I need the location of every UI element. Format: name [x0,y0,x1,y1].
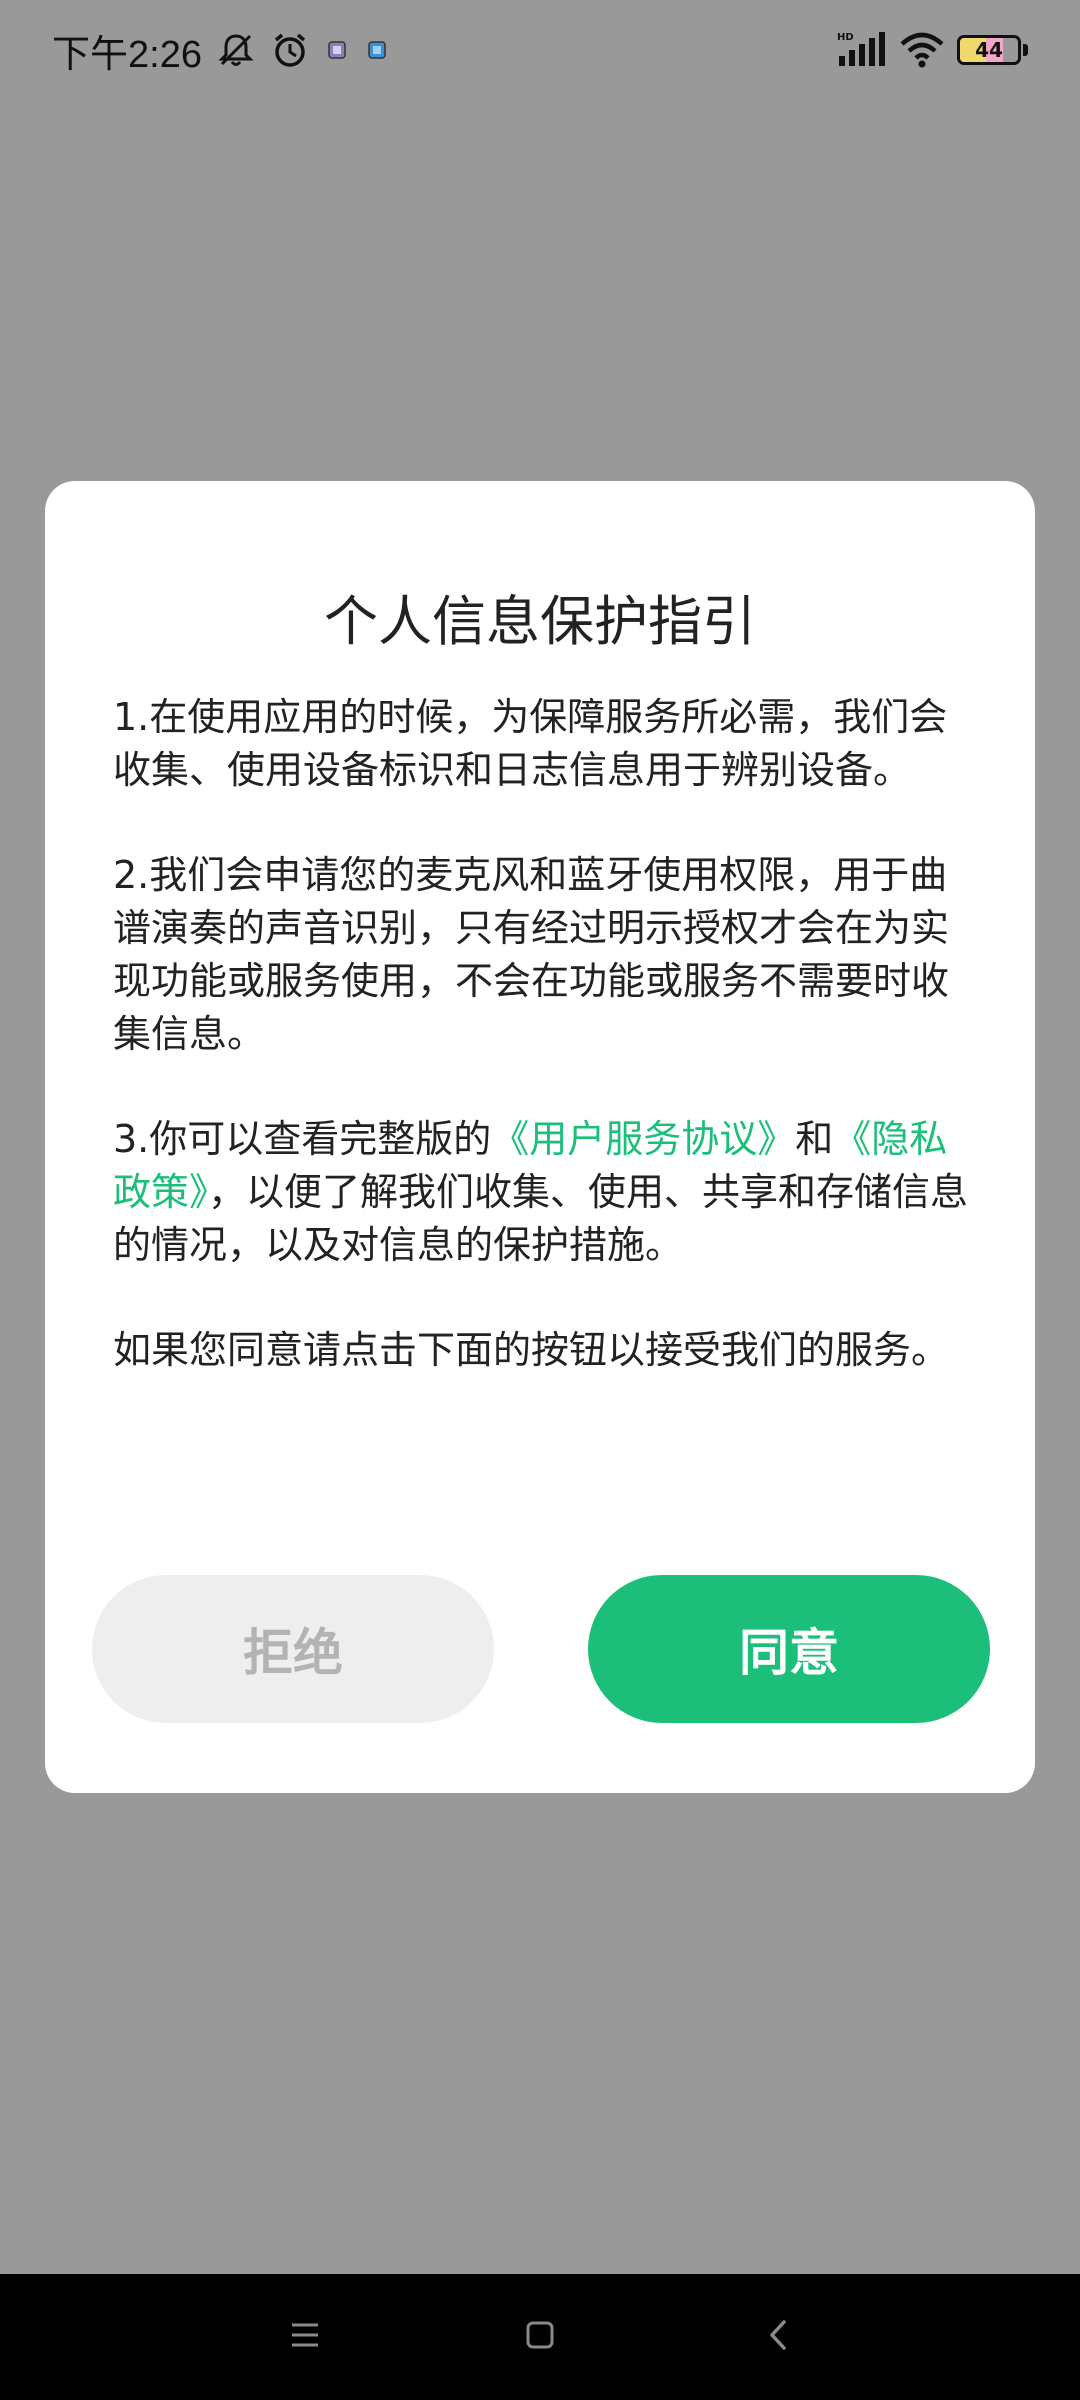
home-button[interactable] [480,2274,600,2400]
menu-button[interactable] [245,2274,365,2400]
navigation-bar [0,2274,1080,2400]
privacy-dialog: 个人信息保护指引 1.在使用应用的时候，为保障服务所必需，我们会收集、使用设备标… [45,481,1035,1793]
battery-nub [1023,44,1028,56]
paragraph-3-suffix: ，以便了解我们收集、使用、共享和存储信息的情况，以及对信息的保护措施。 [113,1170,969,1267]
back-button[interactable] [718,2274,838,2400]
status-bar: 下午2:26 HD 44 [0,0,1080,100]
status-bar-left: 下午2:26 [52,23,390,78]
battery-icon: 44 [957,35,1021,65]
dialog-title: 个人信息保护指引 [324,590,756,653]
reject-button[interactable]: 拒绝 [92,1575,494,1723]
user-agreement-link[interactable]: 《用户服务协议》 [491,1117,795,1161]
paragraph-3-and: 和 [795,1117,834,1161]
status-bar-right: HD 44 [823,30,1028,70]
paragraph-3-prefix: 3.你可以查看完整版的 [113,1117,492,1161]
status-time: 下午2:26 [52,33,202,76]
back-icon [767,2319,789,2355]
battery-level: 44 [975,38,1003,62]
paragraph-3: 3.你可以查看完整版的《用户服务协议》和《隐私政策》，以便了解我们收集、使用、共… [113,1113,975,1272]
app-notification-icon-2 [364,37,390,63]
paragraph-4: 如果您同意请点击下面的按钮以接受我们的服务。 [113,1328,950,1372]
menu-icon [290,2322,320,2352]
wifi-icon [899,32,945,68]
paragraph-2: 2.我们会申请您的麦克风和蓝牙使用权限，用于曲谱演奏的声音识别，只有经过明示授权… [113,853,950,1056]
alarm-icon [270,30,310,70]
dialog-body: 1.在使用应用的时候，为保障服务所必需，我们会收集、使用设备标识和日志信息用于辨… [113,691,975,1429]
svg-text:HD: HD [837,32,854,43]
home-icon [525,2320,555,2354]
hd-signal-icon: HD [837,30,885,70]
paragraph-1: 1.在使用应用的时候，为保障服务所必需，我们会收集、使用设备标识和日志信息用于辨… [113,695,948,792]
agree-button[interactable]: 同意 [588,1575,990,1723]
app-notification-icon [324,37,350,63]
mute-bell-icon [216,30,256,70]
